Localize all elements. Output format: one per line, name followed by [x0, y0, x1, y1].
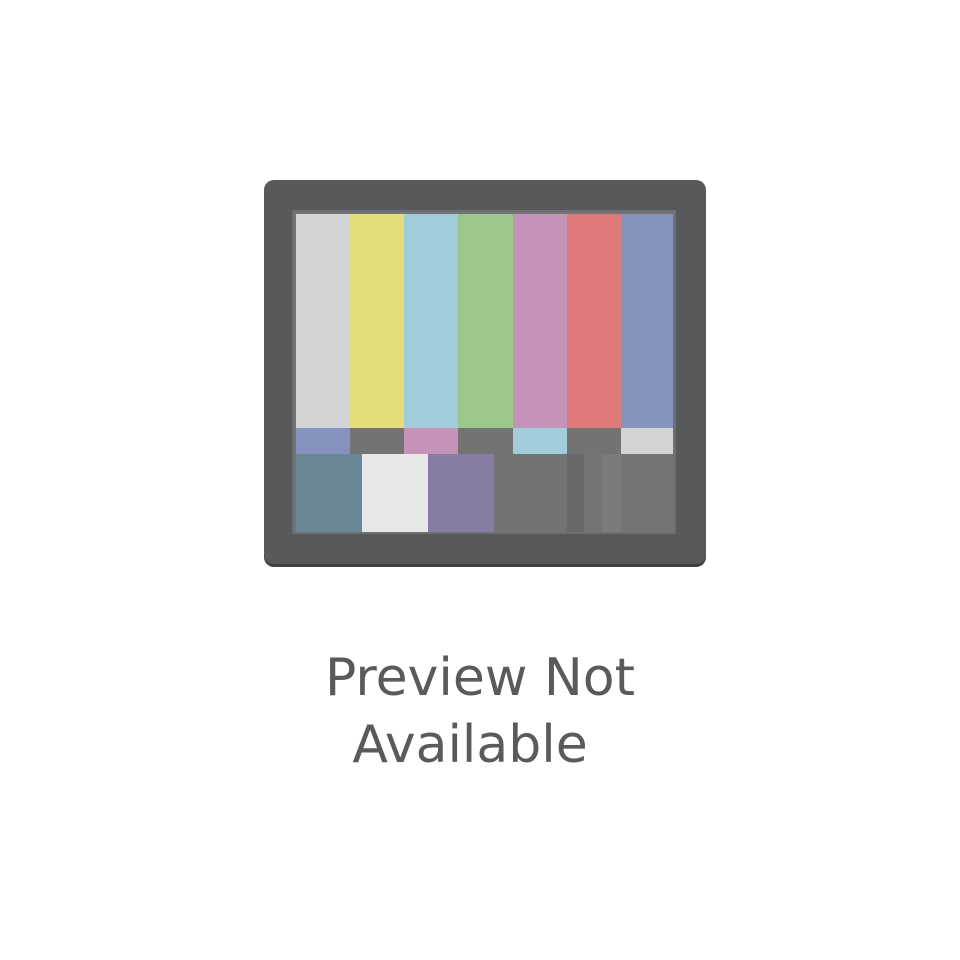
top-color-bar-5: [513, 214, 567, 428]
middle-color-bar-4: [458, 428, 513, 454]
preview-message-line2: Available: [352, 715, 588, 775]
bottom-color-bar-1: [296, 454, 362, 532]
bottom-color-bar-2: [362, 454, 428, 532]
bottom-color-bar-7: [602, 454, 621, 532]
middle-color-bar-3: [404, 428, 458, 454]
bottom-color-bar-6: [584, 454, 602, 532]
top-color-bar-1: [296, 214, 350, 428]
bottom-color-bar-4: [494, 454, 567, 532]
bottom-color-bar-3: [428, 454, 494, 532]
bottom-color-bar-5: [567, 454, 584, 532]
color-bars-screen: [292, 210, 676, 534]
bottom-color-bar-8: [621, 454, 673, 532]
middle-color-bar-5: [513, 428, 567, 454]
preview-message-line1: Preview Not: [324, 648, 636, 708]
middle-color-bar-6: [567, 428, 621, 454]
top-color-bar-3: [404, 214, 458, 428]
top-color-bar-2: [350, 214, 404, 428]
top-color-bar-6: [567, 214, 621, 428]
middle-color-bar-1: [296, 428, 350, 454]
middle-color-bar-7: [621, 428, 673, 454]
top-color-bar-7: [621, 214, 673, 428]
middle-color-bar-2: [350, 428, 404, 454]
top-color-bar-4: [458, 214, 513, 428]
